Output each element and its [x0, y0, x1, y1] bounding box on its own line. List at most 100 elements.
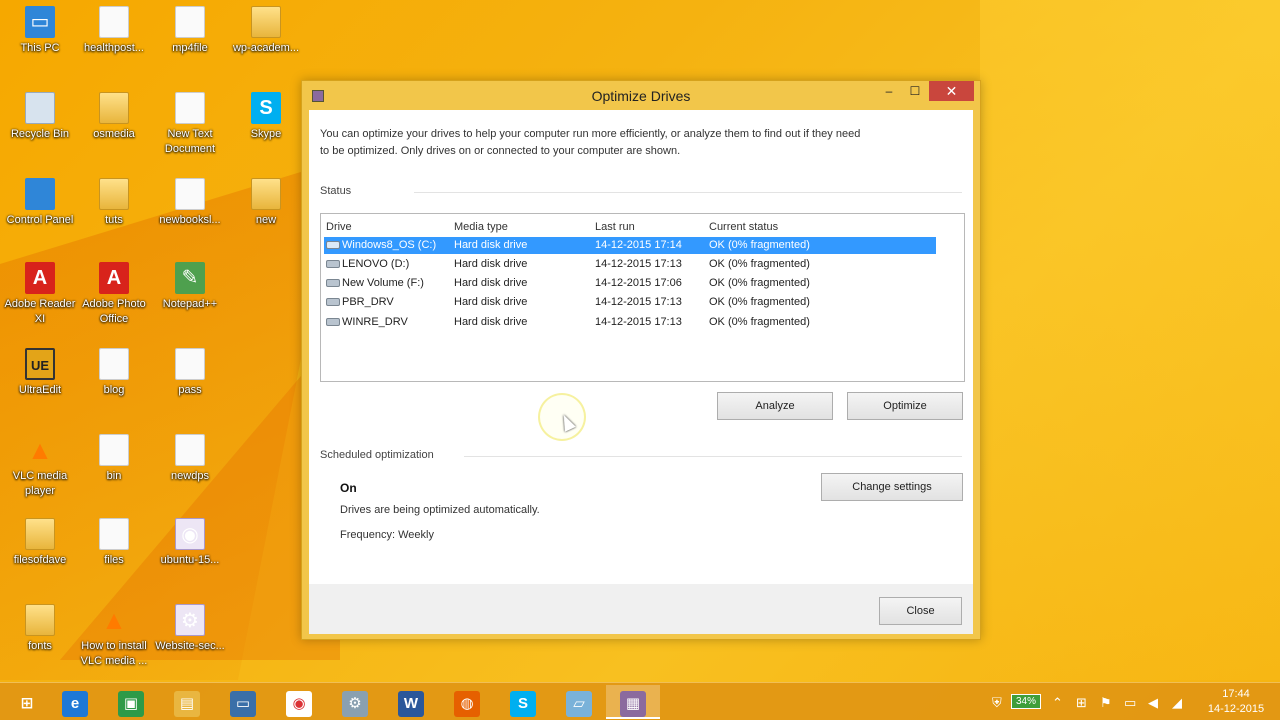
column-current-status[interactable]: Current status — [709, 221, 778, 233]
desktop-icon-label: ubuntu-15... — [160, 554, 220, 566]
scheduled-divider — [464, 456, 962, 457]
optimize-button[interactable]: Optimize — [847, 392, 963, 420]
desktop-icon[interactable]: ▲ VLC media player — [0, 434, 80, 499]
drive-row[interactable]: PBR_DRV Hard disk drive 14-12-2015 17:13… — [324, 294, 936, 311]
column-media-type[interactable]: Media type — [454, 221, 508, 233]
drive-last-run: 14-12-2015 17:06 — [595, 277, 682, 289]
shield-icon[interactable]: ⛨ — [992, 695, 1002, 711]
taskbar-store[interactable]: ▣ — [104, 685, 158, 719]
change-settings-button[interactable]: Change settings — [821, 473, 963, 501]
desktop-icon[interactable]: ▭ This PC — [0, 6, 80, 56]
taskbar-file-explorer[interactable]: ▤ — [160, 685, 214, 719]
desktop-icon[interactable]: blog — [74, 348, 154, 398]
desktop-icon-label: New Text Document — [164, 128, 216, 155]
desktop-icon[interactable]: files — [74, 518, 154, 568]
desktop-icon[interactable]: ◉ ubuntu-15... — [150, 518, 230, 568]
taskbar-notepad[interactable]: ▱ — [552, 685, 606, 719]
desktop-icon[interactable]: healthpost... — [74, 6, 154, 56]
desktop-icon-label: Adobe Reader XI — [4, 298, 76, 325]
maximize-button[interactable]: ☐ — [902, 81, 928, 101]
column-drive[interactable]: Drive — [326, 221, 352, 233]
desktop-icon-label: Website-sec... — [155, 640, 225, 652]
drive-name: New Volume (F:) — [342, 277, 424, 289]
folder-icon — [99, 92, 129, 124]
desktop-icon[interactable]: UE UltraEdit — [0, 348, 80, 398]
drive-list[interactable]: Drive Media type Last run Current status… — [320, 213, 965, 382]
desktop-icon[interactable]: pass — [150, 348, 230, 398]
desktop-icon-label: Recycle Bin — [10, 128, 70, 140]
taskbar-remote-desktop[interactable]: ▭ — [216, 685, 270, 719]
desktop-icon[interactable]: ▲ How to install VLC media ... — [74, 604, 154, 669]
minimize-button[interactable]: – — [876, 81, 902, 101]
desktop-icon-label: filesofdave — [13, 554, 67, 566]
desktop-icon-label: newbooksl... — [159, 214, 221, 226]
drive-status: OK (0% fragmented) — [709, 258, 810, 270]
desktop-icon-label: Skype — [250, 128, 282, 140]
taskbar-firefox[interactable]: ◍ — [440, 685, 494, 719]
folder-icon — [25, 604, 55, 636]
taskbar-start[interactable]: ⊞ — [0, 685, 54, 719]
dialog-footer: Close — [309, 584, 973, 634]
desktop-icon[interactable]: osmedia — [74, 92, 154, 142]
network-icon[interactable]: ◢ — [1172, 695, 1182, 711]
show-hidden-icons-icon[interactable]: ⌃ — [1052, 695, 1063, 711]
desktop-icon[interactable]: bin — [74, 434, 154, 484]
drive-row[interactable]: New Volume (F:) Hard disk drive 14-12-20… — [324, 275, 936, 292]
schedule-description: Drives are being optimized automatically… — [340, 504, 540, 516]
close-window-button[interactable]: ✕ — [929, 81, 974, 101]
desktop-icon[interactable]: filesofdave — [0, 518, 80, 568]
taskbar-settings[interactable]: ⚙ — [328, 685, 382, 719]
taskbar-optimize-drives[interactable]: ▦ — [606, 685, 660, 719]
pc-icon: ▭ — [25, 6, 55, 38]
taskbar-chrome[interactable]: ◉ — [272, 685, 326, 719]
desktop-icon[interactable]: new — [226, 178, 306, 228]
drive-name: PBR_DRV — [342, 296, 394, 308]
desktop-icon-label: Notepad++ — [162, 298, 218, 310]
clock-time: 17:44 — [1222, 688, 1250, 700]
drive-row[interactable]: Windows8_OS (C:) Hard disk drive 14-12-2… — [324, 237, 936, 254]
desktop-icon[interactable]: tuts — [74, 178, 154, 228]
desktop-icon-label: blog — [103, 384, 125, 396]
drive-media-type: Hard disk drive — [454, 258, 528, 270]
clock-date: 14-12-2015 — [1207, 703, 1265, 715]
desktop-icon[interactable]: A Adobe Reader XI — [0, 262, 80, 327]
desktop-icon[interactable]: Control Panel — [0, 178, 80, 228]
hard-drive-icon — [326, 260, 340, 268]
desktop-icon[interactable]: A Adobe Photo Office — [74, 262, 154, 327]
taskbar-word[interactable]: W — [384, 685, 438, 719]
drive-last-run: 14-12-2015 17:14 — [595, 239, 682, 251]
taskbar-internet-explorer[interactable]: e — [48, 685, 102, 719]
windows-flag-icon[interactable]: ⊞ — [1076, 695, 1087, 711]
taskbar-skype[interactable]: S — [496, 685, 550, 719]
drive-status: OK (0% fragmented) — [709, 277, 810, 289]
drive-row[interactable]: WINRE_DRV Hard disk drive 14-12-2015 17:… — [324, 314, 936, 331]
notepad-icon: ▱ — [566, 691, 592, 717]
doc-icon — [175, 348, 205, 380]
desktop-icon[interactable]: ⚙ Website-sec... — [150, 604, 230, 654]
column-last-run[interactable]: Last run — [595, 221, 635, 233]
desktop-icon[interactable]: ✎ Notepad++ — [150, 262, 230, 312]
desktop-icon[interactable]: Recycle Bin — [0, 92, 80, 142]
desktop-icon[interactable]: newdps — [150, 434, 230, 484]
clock[interactable]: 17:44 14-12-2015 — [1200, 687, 1272, 717]
desktop-icon[interactable]: mp4file — [150, 6, 230, 56]
firefox-icon: ◍ — [454, 691, 480, 717]
desktop-icon[interactable]: fonts — [0, 604, 80, 654]
doc-icon — [99, 434, 129, 466]
action-center-flag-icon[interactable]: ⚑ — [1100, 695, 1112, 711]
analyze-button[interactable]: Analyze — [717, 392, 833, 420]
intro-line-2: to be optimized. Only drives on or conne… — [320, 145, 681, 157]
desktop-icon[interactable]: New Text Document — [150, 92, 230, 157]
power-icon[interactable]: ▭ — [1124, 695, 1136, 711]
desktop-icon[interactable]: newbooksl... — [150, 178, 230, 228]
volume-icon[interactable]: ◀ — [1148, 695, 1158, 711]
desktop-icon[interactable]: wp-academ... — [226, 6, 306, 56]
battery-indicator[interactable]: 34% — [1011, 694, 1041, 709]
close-button[interactable]: Close — [879, 597, 962, 625]
desktop-icon-label: Control Panel — [6, 214, 74, 226]
ue-icon: UE — [25, 348, 55, 380]
title-bar[interactable]: Optimize Drives – ☐ ✕ — [302, 81, 980, 109]
desktop-icon[interactable]: S Skype — [226, 92, 306, 142]
drive-status: OK (0% fragmented) — [709, 316, 810, 328]
drive-row[interactable]: LENOVO (D:) Hard disk drive 14-12-2015 1… — [324, 256, 936, 273]
